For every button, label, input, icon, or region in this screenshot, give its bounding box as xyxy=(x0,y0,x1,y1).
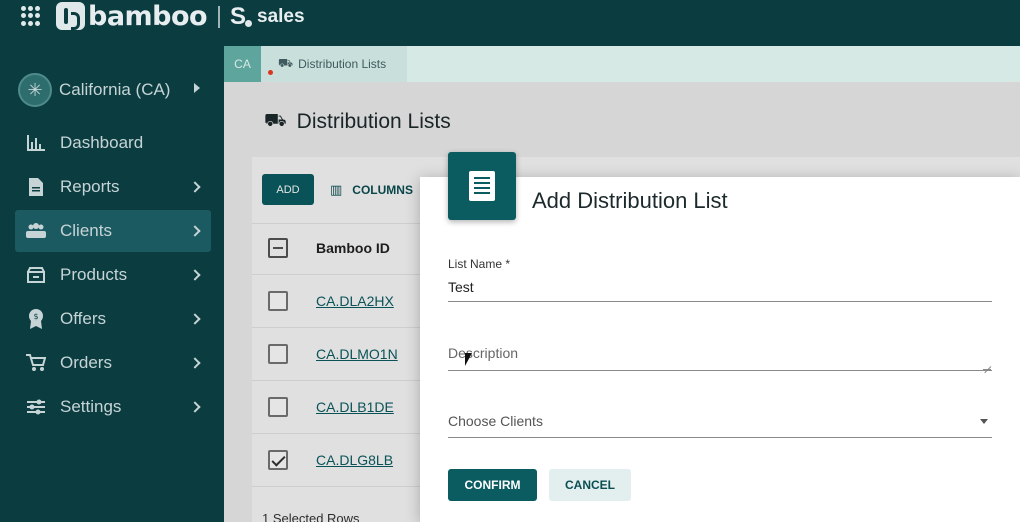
product-name: sales xyxy=(257,6,305,27)
logo-divider xyxy=(218,6,220,28)
chevron-right-icon xyxy=(189,225,201,237)
distribution-list-icon: ⛟ xyxy=(278,56,294,70)
sidebar-item-products[interactable]: Products xyxy=(15,254,211,296)
dialog-title: Add Distribution List xyxy=(532,188,728,213)
caret-right-icon xyxy=(194,83,200,93)
bamboo-logo-mark-icon xyxy=(56,2,85,30)
sidebar-item-offers[interactable]: $ Offers xyxy=(15,298,211,340)
sidebar-item-label: Settings xyxy=(60,397,122,416)
cannabis-leaf-icon: ✳ xyxy=(18,73,52,107)
sales-person-icon xyxy=(245,19,253,27)
list-name-label: List Name * xyxy=(448,257,511,271)
storefront-icon xyxy=(26,265,46,285)
sales-logo[interactable]: S sales xyxy=(230,3,305,31)
choose-clients-select[interactable]: Choose Clients xyxy=(448,413,543,429)
breadcrumb: CA ⛟ Distribution Lists xyxy=(224,46,1020,82)
brand-name: bamboo xyxy=(88,0,208,32)
state-label: California (CA) xyxy=(59,80,171,99)
mouse-cursor-icon xyxy=(465,353,472,366)
tab-distribution-lists[interactable]: ⛟ Distribution Lists xyxy=(261,46,407,82)
sidebar: ✳ California (CA) Dashboard Reports Clie… xyxy=(0,46,224,522)
badge-icon: $ xyxy=(26,309,46,329)
dialog-header-icon xyxy=(448,152,516,220)
clients-underline xyxy=(448,437,992,438)
bamboo-logo[interactable]: bamboo xyxy=(56,0,208,32)
group-icon xyxy=(26,221,46,241)
sidebar-item-label: Orders xyxy=(60,353,112,372)
sidebar-item-clients[interactable]: Clients xyxy=(15,210,211,252)
sidebar-item-label: Dashboard xyxy=(60,133,144,152)
resize-handle-icon[interactable] xyxy=(983,362,991,370)
sidebar-item-dashboard[interactable]: Dashboard xyxy=(15,122,211,164)
apps-grid-icon[interactable] xyxy=(21,6,41,26)
svg-text:$: $ xyxy=(33,312,38,321)
status-dot xyxy=(268,70,273,75)
sidebar-item-label: Products xyxy=(60,265,128,284)
list-name-underline xyxy=(448,301,992,302)
tab-label: Distribution Lists xyxy=(298,57,387,71)
sidebar-item-settings[interactable]: Settings xyxy=(15,386,211,428)
state-selector[interactable]: ✳ California (CA) xyxy=(18,73,208,107)
sliders-icon xyxy=(26,397,46,417)
top-bar: bamboo S sales xyxy=(0,0,1020,46)
sidebar-item-reports[interactable]: Reports xyxy=(15,166,211,208)
description-input[interactable]: Description xyxy=(448,345,518,361)
sales-s-mark: S xyxy=(230,3,247,30)
sidebar-item-orders[interactable]: Orders xyxy=(15,342,211,384)
caret-down-icon[interactable] xyxy=(980,419,988,424)
description-underline xyxy=(448,370,992,371)
list-name-input[interactable]: Test xyxy=(448,279,474,295)
sidebar-item-label: Offers xyxy=(60,309,106,328)
chevron-right-icon xyxy=(189,313,201,325)
confirm-button[interactable]: CONFIRM xyxy=(448,469,537,501)
chevron-right-icon xyxy=(189,181,201,193)
cancel-button[interactable]: CANCEL xyxy=(549,469,631,501)
chevron-right-icon xyxy=(189,357,201,369)
sidebar-item-label: Clients xyxy=(60,221,112,240)
chevron-right-icon xyxy=(189,269,201,281)
document-icon xyxy=(26,177,46,197)
sidebar-item-label: Reports xyxy=(60,177,120,196)
cart-icon xyxy=(26,353,46,373)
breadcrumb-state[interactable]: CA xyxy=(224,46,261,82)
bar-chart-icon xyxy=(26,133,46,153)
document-list-icon xyxy=(469,171,495,201)
chevron-right-icon xyxy=(189,401,201,413)
